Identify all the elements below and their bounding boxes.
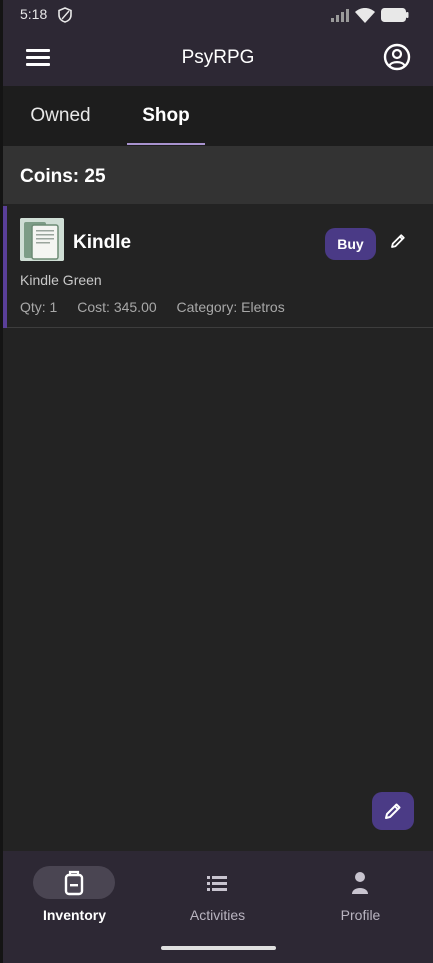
kindle-image: [20, 218, 64, 261]
tab-indicator: [127, 143, 205, 145]
backpack-icon: [60, 869, 88, 897]
item-meta: Qty: 1 Cost: 345.00 Category: Eletros: [20, 299, 301, 315]
fab-edit-button[interactable]: [372, 792, 414, 830]
tab-bar: Owned Shop: [3, 86, 433, 146]
app-bar: PsyRPG: [3, 30, 433, 86]
status-bar: 5:18: [3, 0, 433, 30]
nav-profile-label: Profile: [340, 907, 381, 923]
tab-owned-label: Owned: [30, 105, 91, 126]
wifi-icon: [355, 7, 375, 23]
nav-profile[interactable]: Profile: [289, 851, 432, 931]
coins-bar: Coins: 25: [3, 146, 433, 204]
account-circle-icon[interactable]: [383, 43, 411, 71]
tab-owned[interactable]: Owned: [3, 86, 118, 146]
signal-icon: [331, 9, 349, 22]
item-name: Kindle: [73, 232, 132, 253]
list-icon: [203, 869, 231, 897]
pencil-icon: [385, 803, 401, 819]
pencil-icon[interactable]: [388, 231, 408, 251]
shield-icon: [58, 7, 72, 23]
home-indicator: [161, 946, 276, 950]
nav-inventory[interactable]: Inventory: [3, 851, 146, 931]
list-item[interactable]: Kindle Buy Kindle Green Qty: 1 Cost: 345…: [3, 206, 433, 328]
nav-inventory-label: Inventory: [42, 907, 106, 923]
nav-activities-label: Activities: [189, 907, 246, 923]
coins-balance: Coins: 25: [20, 166, 106, 187]
battery-icon: [381, 8, 409, 22]
app-title: PsyRPG: [181, 47, 255, 68]
item-qty: Qty: 1: [20, 299, 58, 315]
tab-shop-label: Shop: [142, 105, 190, 126]
app-screen: 5:18 PsyRPG Owned Shop Coins: 25 Kindle …: [3, 0, 433, 963]
tab-shop[interactable]: Shop: [127, 86, 205, 146]
person-icon: [346, 869, 374, 897]
buy-button[interactable]: Buy: [325, 228, 376, 260]
item-cost: Cost: 345.00: [77, 299, 157, 315]
status-time: 5:18: [20, 6, 48, 22]
nav-activities[interactable]: Activities: [146, 851, 289, 931]
item-category: Category: Eletros: [176, 299, 285, 315]
item-accent-bar: [3, 206, 7, 328]
item-description: Kindle Green: [20, 272, 102, 288]
